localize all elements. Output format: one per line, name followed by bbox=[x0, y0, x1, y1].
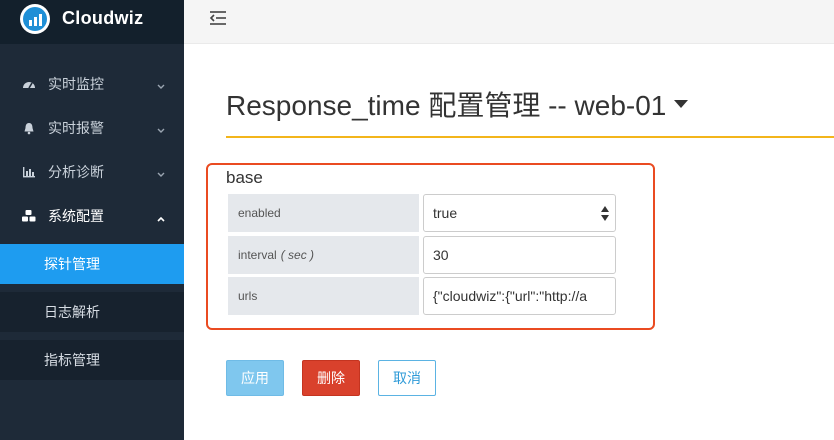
apply-button[interactable]: 应用 bbox=[226, 360, 284, 396]
chevron-down-icon bbox=[156, 123, 166, 133]
urls-label: urls bbox=[228, 277, 419, 315]
menu-realtime-monitor[interactable]: 实时监控 bbox=[0, 62, 184, 106]
submenu-log-parsing[interactable]: 日志解析 bbox=[0, 292, 184, 332]
interval-unit: ( sec ) bbox=[280, 248, 315, 262]
submenu-probe-management[interactable]: 探针管理 bbox=[0, 244, 184, 284]
top-bar bbox=[184, 0, 834, 44]
page-title: Response_time 配置管理 -- web-01 bbox=[226, 84, 689, 124]
bell-icon bbox=[21, 120, 37, 136]
bar-chart-icon bbox=[21, 164, 37, 180]
app-root: Cloudwiz 实时监控 实时报警 分析诊断 系统配置 探针管理 日志解析 指… bbox=[0, 0, 834, 440]
chevron-down-icon bbox=[156, 167, 166, 177]
submenu-label: 指标管理 bbox=[44, 352, 100, 368]
menu-label: 系统配置 bbox=[48, 208, 104, 224]
enabled-label: enabled bbox=[228, 194, 419, 232]
interval-label: interval ( sec ) bbox=[228, 236, 419, 274]
sidebar-header: Cloudwiz bbox=[0, 0, 184, 44]
dashboard-icon bbox=[21, 76, 37, 92]
menu-label: 分析诊断 bbox=[48, 164, 104, 180]
interval-label-text: interval bbox=[238, 248, 277, 262]
urls-label-text: urls bbox=[238, 289, 258, 303]
cubes-icon bbox=[21, 208, 37, 224]
chevron-down-icon bbox=[156, 79, 166, 89]
menu-label: 实时报警 bbox=[48, 120, 104, 136]
submenu-label: 探针管理 bbox=[44, 256, 100, 272]
enabled-select-value: true bbox=[433, 205, 458, 221]
brand-name[interactable]: Cloudwiz bbox=[62, 8, 143, 29]
select-arrows-icon bbox=[601, 206, 609, 222]
logo-icon[interactable] bbox=[20, 4, 50, 34]
urls-input[interactable]: {"cloudwiz":{"url":"http://a bbox=[423, 277, 616, 315]
submenu-label: 日志解析 bbox=[44, 304, 100, 320]
enabled-label-text: enabled bbox=[238, 206, 281, 220]
section-heading: base bbox=[226, 168, 263, 187]
enabled-select[interactable]: true bbox=[423, 194, 616, 232]
menu-label: 实时监控 bbox=[48, 76, 104, 92]
chevron-up-icon bbox=[156, 211, 166, 222]
menu-analysis[interactable]: 分析诊断 bbox=[0, 150, 184, 194]
interval-input[interactable]: 30 bbox=[423, 236, 616, 274]
submenu-metric-management[interactable]: 指标管理 bbox=[0, 340, 184, 380]
delete-button[interactable]: 删除 bbox=[302, 360, 360, 396]
interval-input-value: 30 bbox=[433, 247, 449, 263]
urls-input-value: {"cloudwiz":{"url":"http://a bbox=[433, 288, 588, 304]
page-title-text: Response_time 配置管理 -- web-01 bbox=[226, 90, 667, 121]
sidebar: Cloudwiz 实时监控 实时报警 分析诊断 系统配置 探针管理 日志解析 指… bbox=[0, 0, 184, 440]
cancel-button[interactable]: 取消 bbox=[378, 360, 436, 396]
sidebar-toggle-icon[interactable] bbox=[208, 9, 228, 27]
caret-down-icon[interactable] bbox=[674, 100, 689, 108]
menu-realtime-alert[interactable]: 实时报警 bbox=[0, 106, 184, 150]
title-divider bbox=[226, 136, 834, 138]
menu-system-config[interactable]: 系统配置 bbox=[0, 194, 184, 238]
